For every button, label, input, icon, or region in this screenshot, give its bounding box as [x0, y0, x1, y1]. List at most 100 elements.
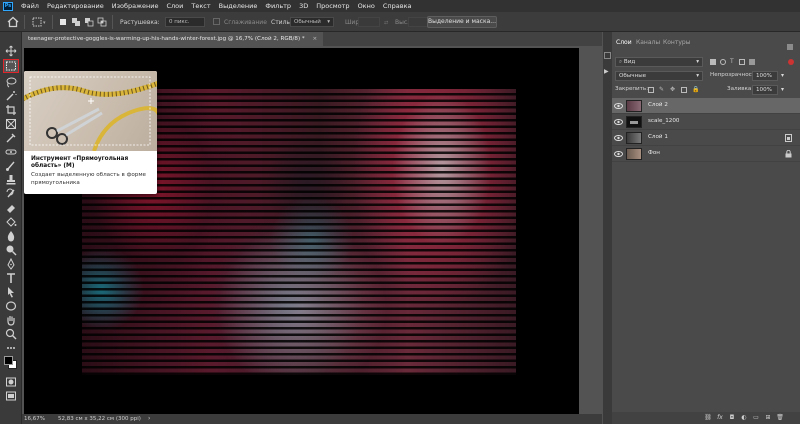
- tab-channels[interactable]: Каналы: [636, 37, 660, 49]
- antialias-checkbox[interactable]: [213, 18, 220, 25]
- panel-toggle-icon[interactable]: [604, 52, 611, 59]
- layer-style-icon[interactable]: [785, 134, 792, 142]
- menu-filter[interactable]: Фильтр: [261, 0, 295, 12]
- lock-all-icon[interactable]: 🔒: [692, 86, 699, 93]
- menu-file[interactable]: Файл: [17, 0, 43, 12]
- path-selection-tool-icon[interactable]: [5, 286, 17, 298]
- fill-input[interactable]: 100%: [752, 85, 778, 95]
- menu-select[interactable]: Выделение: [215, 0, 262, 12]
- layer-row[interactable]: Слой 2: [612, 98, 800, 114]
- layer-name[interactable]: Фон: [648, 150, 660, 156]
- document-tab[interactable]: teenager-protective-goggles-is-warming-u…: [22, 32, 324, 46]
- close-icon[interactable]: ×: [313, 36, 318, 42]
- adjustment-layer-icon[interactable]: ◐: [740, 414, 748, 422]
- subtract-from-selection-icon[interactable]: [84, 17, 94, 27]
- panel-menu-icon[interactable]: [786, 43, 794, 51]
- intersect-selection-icon[interactable]: [97, 17, 107, 27]
- width-input[interactable]: [358, 17, 380, 27]
- filter-toggle-icon[interactable]: [788, 59, 794, 65]
- visibility-eye-icon[interactable]: [614, 102, 623, 110]
- foreground-color-swatch[interactable]: [4, 356, 13, 365]
- zoom-tool-icon[interactable]: [5, 328, 17, 340]
- visibility-eye-icon[interactable]: [614, 118, 623, 126]
- chevron-down-icon[interactable]: ▾: [781, 72, 784, 79]
- move-tool-icon[interactable]: [5, 45, 17, 57]
- shape-tool-icon[interactable]: [5, 300, 17, 312]
- new-group-icon[interactable]: ▭: [752, 414, 760, 422]
- chevron-right-icon[interactable]: ›: [148, 414, 150, 424]
- menu-layers[interactable]: Слои: [162, 0, 187, 12]
- dodge-tool-icon[interactable]: [5, 244, 17, 256]
- play-icon[interactable]: ▶: [604, 68, 609, 75]
- opacity-input[interactable]: 100%: [752, 71, 778, 81]
- filter-type-icon[interactable]: T: [730, 58, 734, 65]
- menu-help[interactable]: Справка: [379, 0, 416, 12]
- magic-wand-tool-icon[interactable]: [5, 90, 17, 102]
- menu-3d[interactable]: 3D: [295, 0, 312, 12]
- menu-type[interactable]: Текст: [187, 0, 214, 12]
- hand-tool-icon[interactable]: [5, 314, 17, 326]
- layer-row[interactable]: Слой 1: [612, 130, 800, 146]
- select-and-mask-button[interactable]: Выделение и маска...: [427, 16, 497, 28]
- lasso-tool-icon[interactable]: [5, 76, 17, 88]
- filter-smart-object-icon[interactable]: [749, 59, 755, 65]
- layer-name[interactable]: scale_1200: [648, 118, 679, 124]
- zoom-level[interactable]: 16,67%: [24, 414, 45, 424]
- tab-layers[interactable]: Слои: [616, 37, 632, 49]
- healing-brush-tool-icon[interactable]: [5, 146, 17, 158]
- lock-paint-icon[interactable]: ✎: [659, 86, 664, 93]
- screen-mode-icon[interactable]: [5, 390, 17, 402]
- crop-tool-icon[interactable]: [5, 104, 17, 116]
- filter-shape-icon[interactable]: [739, 59, 745, 65]
- lock-artboard-icon[interactable]: [681, 87, 687, 93]
- style-select-value: Обычный: [294, 19, 321, 25]
- menu-view[interactable]: Просмотр: [312, 0, 353, 12]
- style-select[interactable]: Обычный ▾: [290, 17, 334, 27]
- menu-image[interactable]: Изображение: [108, 0, 163, 12]
- menu-window[interactable]: Окно: [354, 0, 379, 12]
- layer-name[interactable]: Слой 1: [648, 134, 668, 140]
- new-layer-icon[interactable]: ⊞: [764, 414, 772, 422]
- rectangular-marquee-tool-icon[interactable]: [3, 59, 19, 73]
- brush-tool-icon[interactable]: [5, 160, 17, 172]
- home-icon[interactable]: [7, 16, 19, 28]
- visibility-eye-icon[interactable]: [614, 134, 623, 142]
- blend-mode-select[interactable]: Обычные ▾: [615, 71, 703, 81]
- add-to-selection-icon[interactable]: [71, 17, 81, 27]
- frame-tool-icon[interactable]: [5, 118, 17, 130]
- document-tab-bar: teenager-protective-goggles-is-warming-u…: [22, 32, 602, 46]
- filter-pixel-icon[interactable]: [710, 59, 716, 65]
- lock-position-icon[interactable]: ✥: [670, 86, 675, 93]
- swap-icon[interactable]: ⇄: [384, 20, 388, 26]
- tab-paths[interactable]: Контуры: [663, 37, 690, 49]
- photoshop-logo[interactable]: Ps: [3, 1, 13, 11]
- link-layers-icon[interactable]: ⛓: [704, 414, 712, 422]
- more-tools-icon[interactable]: [5, 342, 17, 354]
- marquee-preset-icon[interactable]: [32, 17, 42, 27]
- paint-bucket-tool-icon[interactable]: [5, 216, 17, 228]
- layer-filter-select[interactable]: ⌕ Вид ▾: [615, 57, 703, 67]
- layer-row[interactable]: scale_1200: [612, 114, 800, 130]
- new-selection-icon[interactable]: [58, 17, 68, 27]
- lock-icon[interactable]: [785, 150, 792, 158]
- add-layer-style-icon[interactable]: fx: [716, 414, 724, 422]
- quick-mask-icon[interactable]: [5, 376, 17, 388]
- history-brush-tool-icon[interactable]: [5, 188, 17, 200]
- blur-tool-icon[interactable]: [5, 230, 17, 242]
- eyedropper-tool-icon[interactable]: [5, 132, 17, 144]
- type-tool-icon[interactable]: [5, 272, 17, 284]
- menu-edit[interactable]: Редактирование: [43, 0, 108, 12]
- filter-adjustment-icon[interactable]: [720, 59, 726, 65]
- lock-transparent-icon[interactable]: [648, 87, 654, 93]
- eraser-tool-icon[interactable]: [5, 202, 17, 214]
- chevron-down-icon[interactable]: ▾: [781, 86, 784, 93]
- pen-tool-icon[interactable]: [5, 258, 17, 270]
- visibility-eye-icon[interactable]: [614, 150, 623, 158]
- clone-stamp-tool-icon[interactable]: [5, 174, 17, 186]
- chevron-down-icon[interactable]: ▾: [43, 20, 46, 26]
- feather-input[interactable]: 0 пикс.: [165, 17, 205, 27]
- layer-name[interactable]: Слой 2: [648, 102, 668, 108]
- layer-row[interactable]: Фон: [612, 146, 800, 162]
- trash-icon[interactable]: 🗑: [776, 414, 784, 422]
- add-mask-icon[interactable]: ◘: [728, 414, 736, 422]
